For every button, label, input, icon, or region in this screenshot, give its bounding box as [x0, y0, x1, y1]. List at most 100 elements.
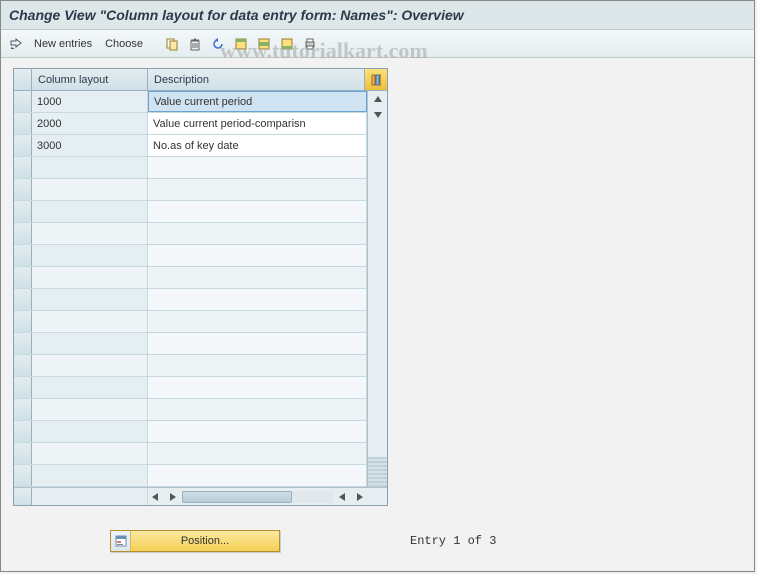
- hscroll-right2-icon[interactable]: [351, 493, 367, 501]
- table-row[interactable]: [14, 333, 367, 355]
- cell-desc[interactable]: [148, 179, 367, 200]
- row-selector[interactable]: [14, 245, 32, 266]
- row-selector[interactable]: [14, 223, 32, 244]
- hscroll-right-icon[interactable]: [164, 493, 180, 501]
- table-row[interactable]: 1000Value current period: [14, 91, 367, 113]
- cell-layout[interactable]: 1000: [32, 91, 148, 112]
- cell-layout[interactable]: [32, 443, 148, 464]
- row-selector[interactable]: [14, 333, 32, 354]
- cell-layout[interactable]: [32, 355, 148, 376]
- table-row[interactable]: [14, 157, 367, 179]
- cell-desc[interactable]: [148, 333, 367, 354]
- cell-desc[interactable]: [148, 377, 367, 398]
- row-selector[interactable]: [14, 201, 32, 222]
- cell-desc[interactable]: [148, 355, 367, 376]
- table-row[interactable]: [14, 223, 367, 245]
- cell-desc[interactable]: Value current period-comparisn: [148, 113, 367, 134]
- cell-layout[interactable]: [32, 311, 148, 332]
- table-row[interactable]: [14, 179, 367, 201]
- cell-layout[interactable]: [32, 399, 148, 420]
- cell-desc[interactable]: [148, 245, 367, 266]
- cell-desc[interactable]: [148, 157, 367, 178]
- row-selector[interactable]: [14, 157, 32, 178]
- delete-icon[interactable]: [186, 35, 204, 53]
- row-selector[interactable]: [14, 443, 32, 464]
- table-row[interactable]: [14, 289, 367, 311]
- cell-desc[interactable]: [148, 267, 367, 288]
- cell-layout[interactable]: [32, 223, 148, 244]
- table-row[interactable]: 3000No.as of key date: [14, 135, 367, 157]
- cell-layout[interactable]: [32, 179, 148, 200]
- hscroll-thumb[interactable]: [182, 491, 292, 503]
- row-selector[interactable]: [14, 179, 32, 200]
- row-selector[interactable]: [14, 465, 32, 486]
- cell-layout[interactable]: [32, 465, 148, 486]
- cell-desc[interactable]: No.as of key date: [148, 135, 367, 156]
- scroll-up-icon[interactable]: [368, 91, 387, 107]
- cell-layout[interactable]: [32, 289, 148, 310]
- app-toolbar: New entries Choose: [1, 30, 754, 58]
- undo-icon[interactable]: [209, 35, 227, 53]
- table-row[interactable]: [14, 355, 367, 377]
- row-selector[interactable]: [14, 91, 32, 112]
- toggle-view-icon[interactable]: [7, 35, 25, 53]
- vertical-scrollbar[interactable]: [367, 91, 387, 487]
- cell-desc[interactable]: [148, 289, 367, 310]
- table-row[interactable]: [14, 443, 367, 465]
- table-row[interactable]: [14, 311, 367, 333]
- table-row[interactable]: [14, 399, 367, 421]
- cell-desc[interactable]: [148, 421, 367, 442]
- position-button[interactable]: Position...: [110, 530, 280, 552]
- cell-layout[interactable]: [32, 267, 148, 288]
- row-selector[interactable]: [14, 135, 32, 156]
- table-row[interactable]: [14, 465, 367, 487]
- configure-columns-icon[interactable]: [365, 69, 387, 90]
- cell-desc[interactable]: [148, 399, 367, 420]
- hscroll-left2-icon[interactable]: [335, 493, 351, 501]
- scroll-down-icon[interactable]: [368, 107, 387, 123]
- row-selector[interactable]: [14, 399, 32, 420]
- table-row[interactable]: [14, 245, 367, 267]
- choose-button[interactable]: Choose: [105, 38, 143, 50]
- cell-desc[interactable]: [148, 223, 367, 244]
- cell-desc[interactable]: [148, 443, 367, 464]
- row-selector[interactable]: [14, 267, 32, 288]
- row-header-corner[interactable]: [14, 69, 32, 90]
- cell-layout[interactable]: [32, 421, 148, 442]
- cell-layout[interactable]: 3000: [32, 135, 148, 156]
- cell-desc[interactable]: [148, 465, 367, 486]
- select-all-icon[interactable]: [232, 35, 250, 53]
- cell-layout[interactable]: [32, 333, 148, 354]
- cell-desc[interactable]: [148, 311, 367, 332]
- table-row[interactable]: [14, 201, 367, 223]
- table-row[interactable]: [14, 421, 367, 443]
- cell-desc[interactable]: Value current period: [148, 91, 367, 112]
- deselect-all-icon[interactable]: [278, 35, 296, 53]
- row-selector[interactable]: [14, 311, 32, 332]
- row-selector[interactable]: [14, 377, 32, 398]
- cell-layout[interactable]: [32, 245, 148, 266]
- row-selector[interactable]: [14, 113, 32, 134]
- col-header-layout[interactable]: Column layout: [32, 69, 148, 90]
- table-row[interactable]: [14, 267, 367, 289]
- print-icon[interactable]: [301, 35, 319, 53]
- new-entries-button[interactable]: New entries: [34, 38, 92, 50]
- table-row[interactable]: 2000Value current period-comparisn: [14, 113, 367, 135]
- cell-layout[interactable]: [32, 201, 148, 222]
- hscroll-left-icon[interactable]: [148, 493, 164, 501]
- cell-layout[interactable]: [32, 157, 148, 178]
- cell-desc[interactable]: [148, 201, 367, 222]
- row-selector[interactable]: [14, 421, 32, 442]
- table-row[interactable]: [14, 377, 367, 399]
- table-header-row: Column layout Description: [14, 69, 387, 91]
- row-selector[interactable]: [14, 289, 32, 310]
- row-selector[interactable]: [14, 355, 32, 376]
- col-header-desc[interactable]: Description: [148, 69, 365, 90]
- hscroll-track[interactable]: [182, 491, 333, 503]
- cell-layout[interactable]: [32, 377, 148, 398]
- cell-layout[interactable]: 2000: [32, 113, 148, 134]
- select-block-icon[interactable]: [255, 35, 273, 53]
- copy-icon[interactable]: [163, 35, 181, 53]
- position-button-label: Position...: [131, 535, 279, 547]
- scroll-grip[interactable]: [368, 457, 387, 487]
